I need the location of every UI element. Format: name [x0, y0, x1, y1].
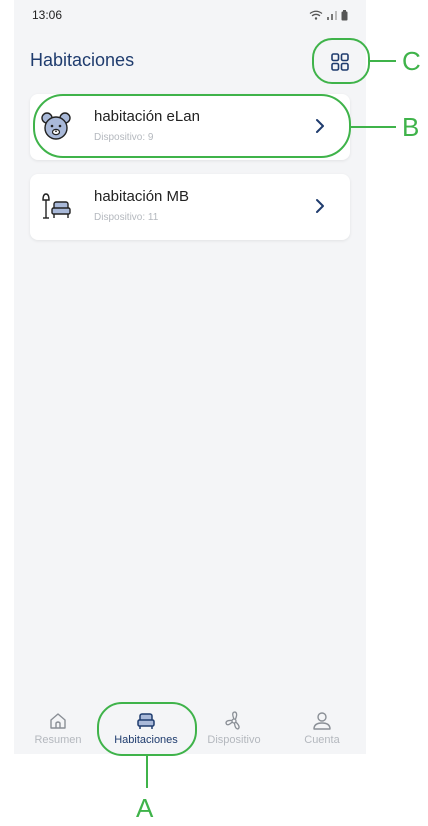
status-icons [309, 9, 348, 21]
nav-item-dispositivo[interactable]: Dispositivo [190, 700, 278, 754]
fan-icon [225, 711, 240, 730]
room-device-count: Dispositivo: 11 [94, 212, 159, 223]
user-icon [313, 712, 331, 730]
nav-item-cuenta[interactable]: Cuenta [278, 700, 366, 754]
lamp-armchair-icon [42, 193, 71, 219]
status-time: 13:06 [32, 8, 63, 22]
callout-b-line [350, 126, 396, 128]
home-icon [50, 713, 66, 729]
callout-a-outline [97, 702, 197, 756]
nav-label: Cuenta [304, 734, 340, 746]
callout-a-line [146, 754, 148, 788]
callout-c-letter: C [402, 46, 421, 76]
callout-b-letter: B [402, 112, 420, 142]
signal-icon [327, 11, 337, 20]
status-bar: 13:06 [14, 0, 366, 30]
callout-c-line [368, 60, 396, 62]
nav-label: Dispositivo [207, 734, 261, 746]
room-name: habitación MB [94, 188, 190, 205]
chevron-right-icon [316, 199, 324, 213]
callout-c-outline [312, 38, 370, 84]
page-title: Habitaciones [30, 50, 135, 70]
nav-item-resumen[interactable]: Resumen [14, 700, 102, 754]
callout-a-letter: A [136, 793, 154, 823]
battery-icon [341, 9, 348, 20]
wifi-icon [309, 10, 323, 20]
callout-b-outline [33, 94, 351, 158]
room-card[interactable]: habitación MB Dispositivo: 11 [30, 174, 350, 240]
nav-label: Resumen [34, 734, 82, 746]
